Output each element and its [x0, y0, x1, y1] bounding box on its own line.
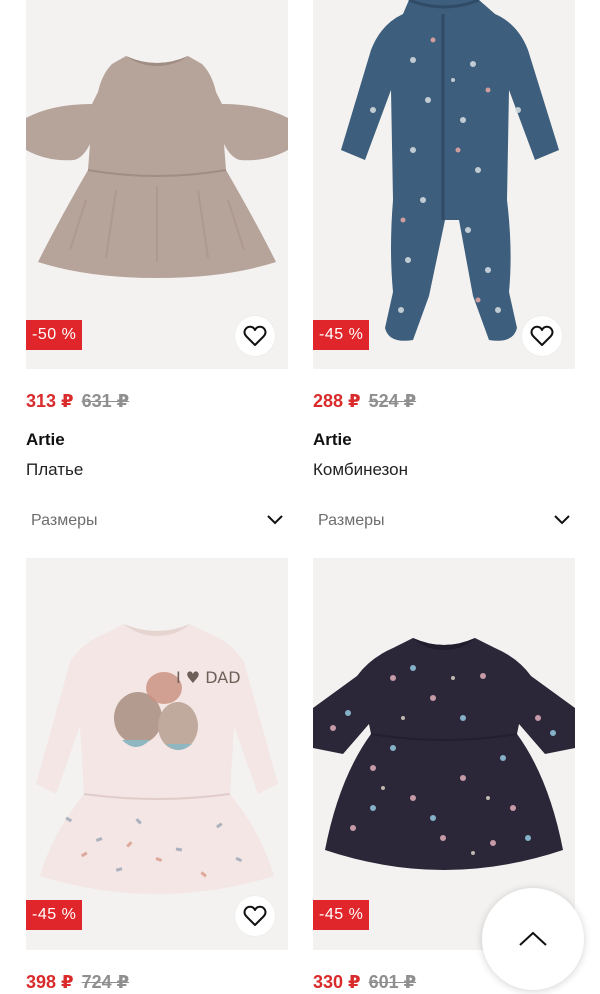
heart-outline-icon: [530, 325, 554, 346]
product-name[interactable]: Платье: [26, 460, 83, 480]
heart-outline-icon: [243, 905, 267, 926]
price-row: 313 ₽ 631 ₽: [26, 391, 129, 412]
chevron-up-icon: [519, 931, 547, 946]
brand-name[interactable]: Artie: [313, 430, 352, 450]
chevron-down-icon: [267, 515, 283, 525]
discount-badge: -45 %: [313, 900, 370, 930]
product-name[interactable]: Комбинезон: [313, 460, 408, 480]
jumpsuit-image: [341, 0, 559, 341]
current-price: 398 ₽: [26, 972, 74, 992]
current-price: 330 ₽: [313, 972, 361, 992]
add-to-favorites-button[interactable]: [522, 316, 562, 356]
printed-dress-image: [36, 624, 278, 894]
current-price: 313 ₽: [26, 391, 74, 411]
product-card-jumpsuit[interactable]: -45 % 288 ₽ 524 ₽ Artie Комбинезон Размер…: [313, 0, 575, 529]
dress-image: [26, 56, 288, 278]
discount-badge: -45 %: [26, 900, 83, 930]
scroll-to-top-button[interactable]: [482, 888, 584, 990]
heart-outline-icon: [243, 325, 267, 346]
product-image[interactable]: -45 %: [313, 0, 575, 369]
price-row: 288 ₽ 524 ₽: [313, 391, 416, 412]
add-to-favorites-button[interactable]: [235, 896, 275, 936]
sizes-label: Размеры: [318, 512, 385, 529]
product-image[interactable]: -50 %: [26, 0, 288, 369]
old-price: 724 ₽: [81, 972, 130, 992]
add-to-favorites-button[interactable]: [235, 316, 275, 356]
price-row: 330 ₽ 601 ₽: [313, 972, 416, 993]
old-price: 524 ₽: [368, 391, 417, 411]
sizes-dropdown[interactable]: Размеры: [26, 508, 288, 536]
product-card-dress[interactable]: -50 % 313 ₽ 631 ₽ Artie Платье Размеры: [26, 0, 288, 529]
current-price: 288 ₽: [313, 391, 361, 411]
print-text: I ♥ DAD: [176, 668, 241, 687]
chevron-down-icon: [554, 515, 570, 525]
sizes-dropdown[interactable]: Размеры: [313, 508, 575, 536]
old-price: 601 ₽: [368, 972, 417, 992]
old-price: 631 ₽: [81, 391, 130, 411]
price-row: 398 ₽ 724 ₽: [26, 972, 129, 993]
product-image[interactable]: I ♥ DAD -45 %: [26, 558, 288, 950]
product-card-printed-dress[interactable]: I ♥ DAD -45 % 398 ₽ 724 ₽: [26, 558, 288, 992]
discount-badge: -50 %: [26, 320, 83, 350]
sizes-label: Размеры: [31, 512, 98, 529]
discount-badge: -45 %: [313, 320, 370, 350]
brand-name[interactable]: Artie: [26, 430, 65, 450]
